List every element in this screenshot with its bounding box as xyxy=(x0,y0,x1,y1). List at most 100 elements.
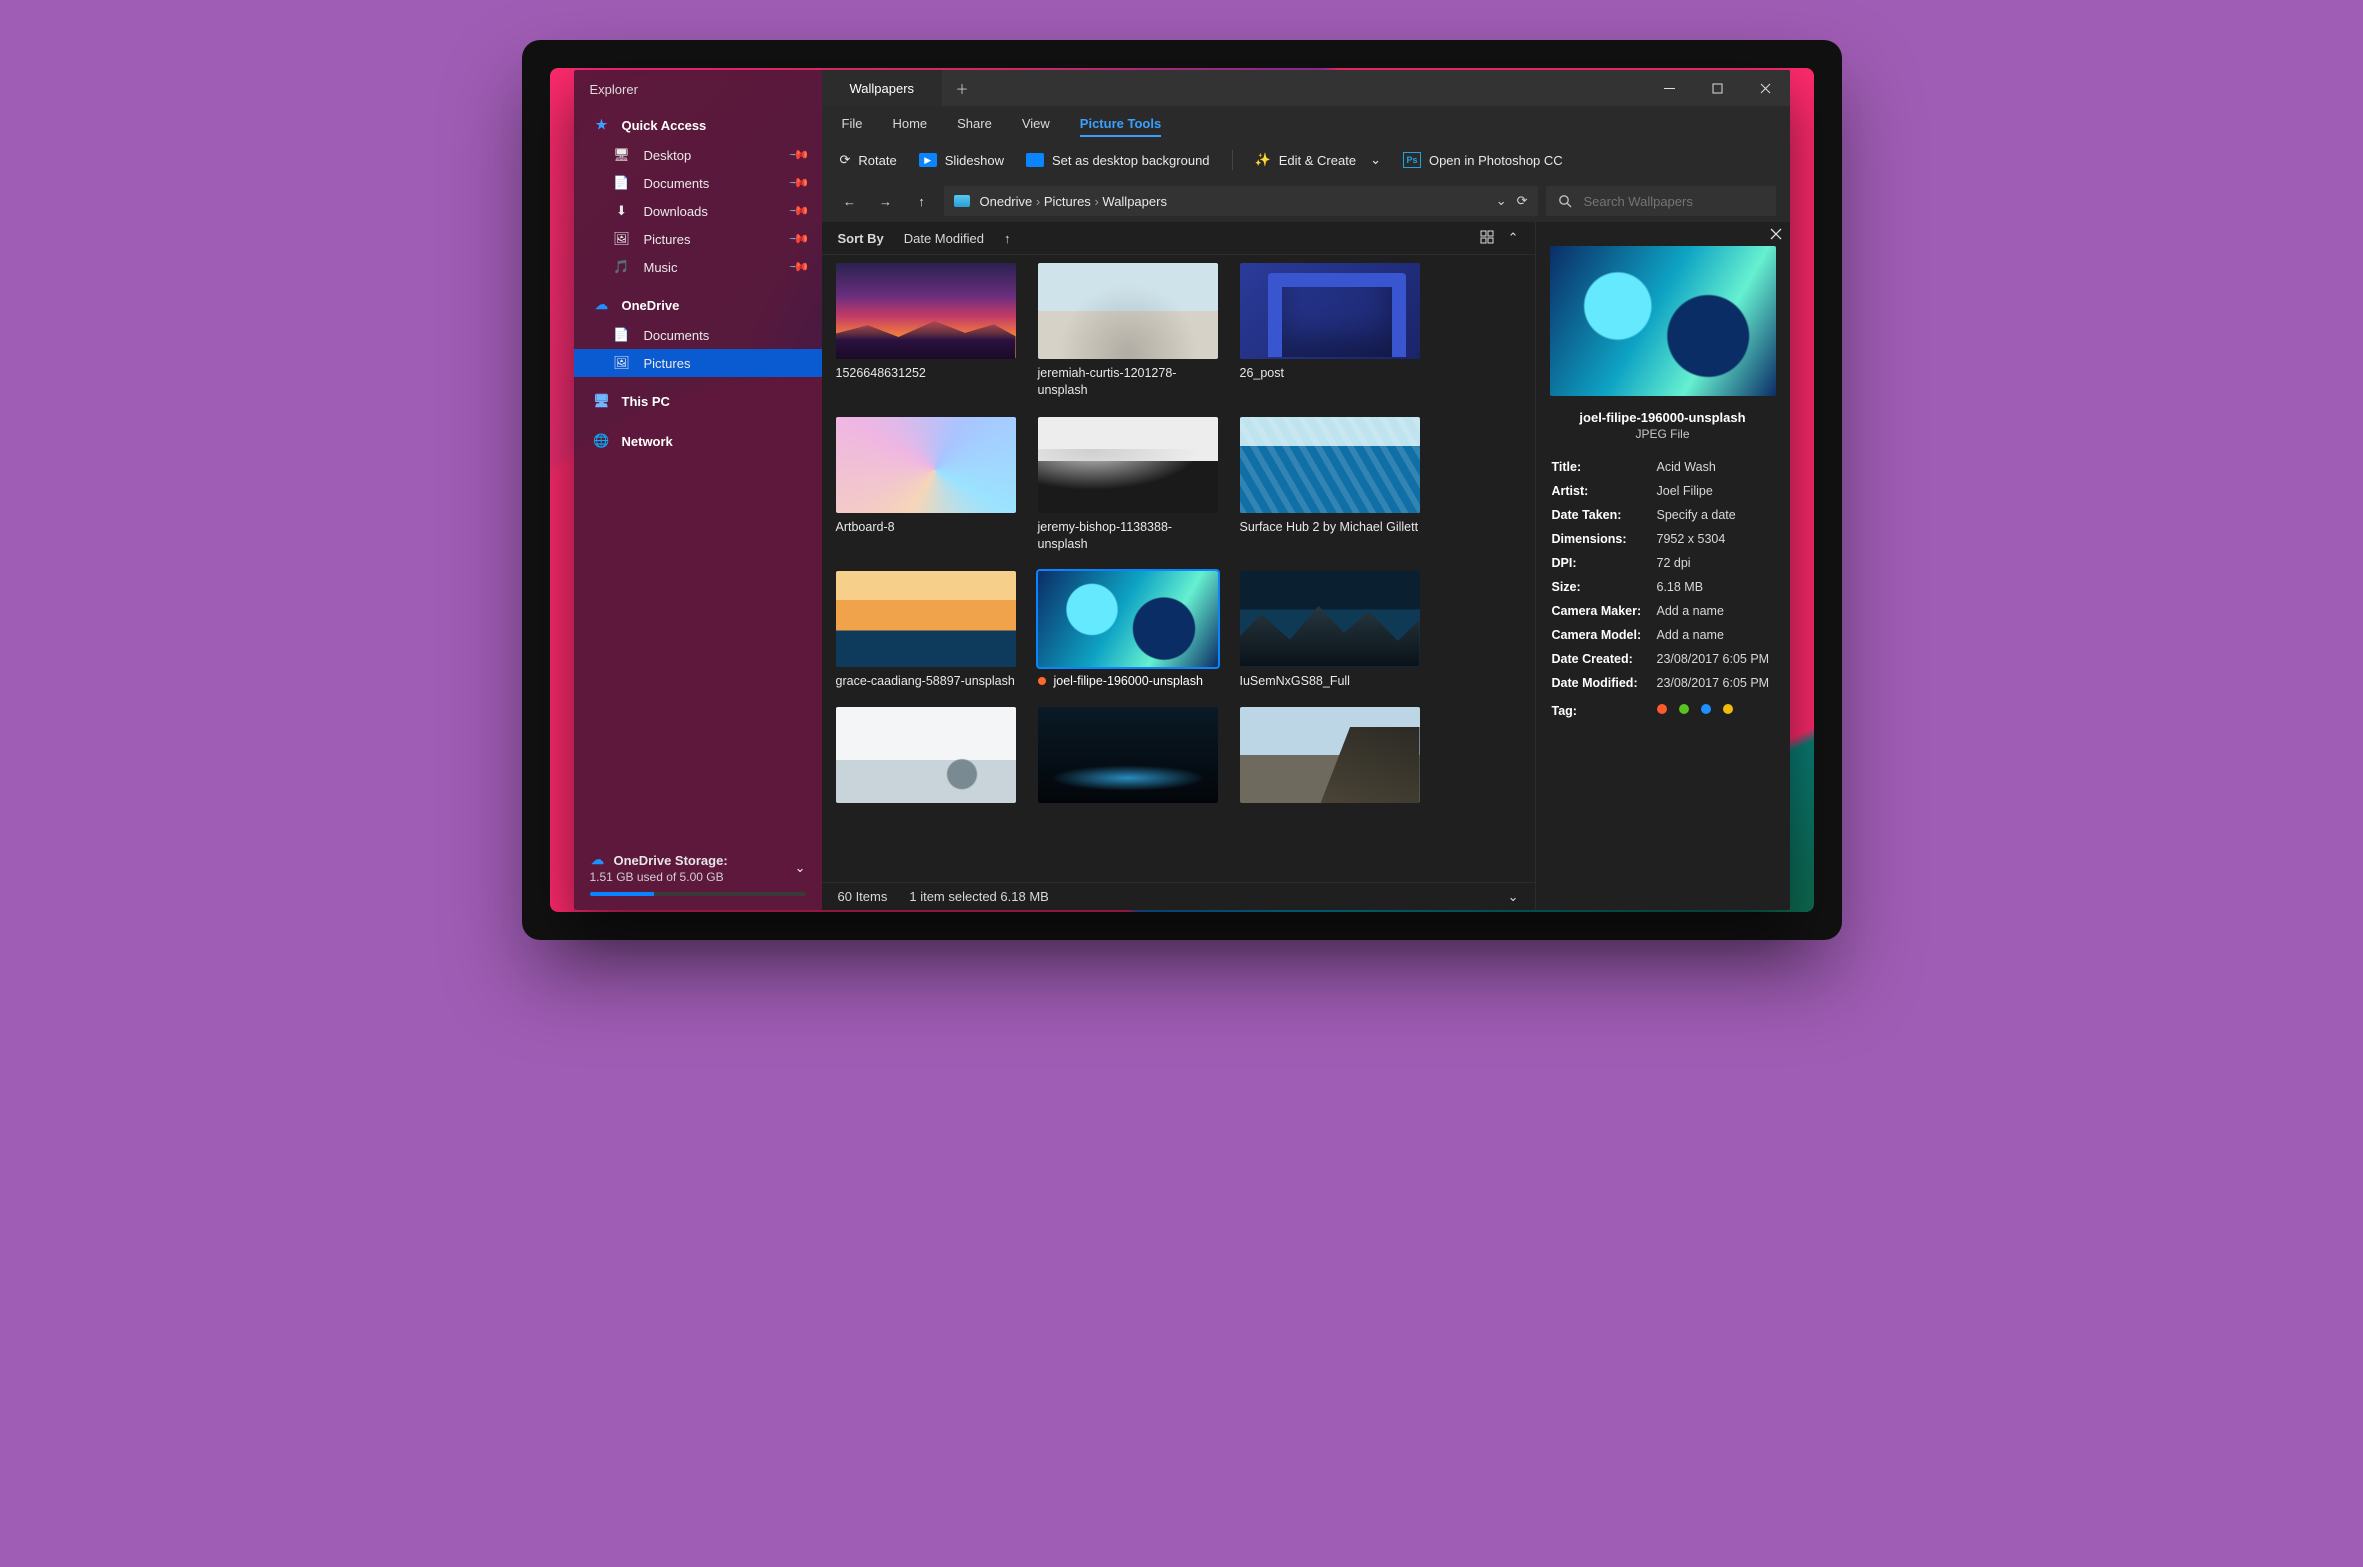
meta-row[interactable]: Camera Model: Add a name xyxy=(1552,623,1774,647)
close-button[interactable] xyxy=(1742,70,1790,106)
meta-row[interactable]: DPI: 72 dpi xyxy=(1552,551,1774,575)
grid-view-icon[interactable] xyxy=(1480,230,1494,246)
chevron-down-icon[interactable]: ⌄ xyxy=(1496,193,1507,209)
slideshow-button[interactable]: ▶ Slideshow xyxy=(919,153,1004,168)
file-item[interactable]: joel-filipe-196000-unsplash xyxy=(1038,571,1218,690)
sidebar-item-label: Desktop xyxy=(644,148,692,163)
tag-dot[interactable] xyxy=(1723,704,1733,714)
this-pc-item[interactable]: 🖥 This PC xyxy=(574,385,822,417)
rotate-button[interactable]: ⟳ Rotate xyxy=(840,152,897,168)
quick-access-header[interactable]: ★ Quick Access xyxy=(574,109,822,141)
folder-icon: 🖼 xyxy=(614,231,630,247)
file-name: jeremy-bishop-1138388-unsplash xyxy=(1038,519,1218,553)
forward-button[interactable]: → xyxy=(872,187,900,215)
menu-view[interactable]: View xyxy=(1022,116,1050,131)
breadcrumb-segment[interactable]: Pictures xyxy=(1044,194,1091,209)
back-button[interactable]: ← xyxy=(836,187,864,215)
file-name: 1526648631252 xyxy=(836,365,926,382)
file-item[interactable]: grace-caadiang-58897-unsplash xyxy=(836,571,1016,690)
meta-key: Artist: xyxy=(1552,484,1657,498)
file-item[interactable]: 1526648631252 xyxy=(836,263,1016,399)
file-thumbnail xyxy=(1240,707,1420,803)
network-item[interactable]: 🌐 Network xyxy=(574,425,822,457)
meta-row[interactable]: Size: 6.18 MB xyxy=(1552,575,1774,599)
main: Wallpapers ＋ File Home Share View Picture To… xyxy=(822,70,1790,910)
tag-colors[interactable] xyxy=(1657,704,1774,714)
cloud-icon: ☁ xyxy=(590,852,606,868)
meta-row[interactable]: Camera Maker: Add a name xyxy=(1552,599,1774,623)
chevron-up-icon[interactable]: ⌃ xyxy=(1508,230,1519,246)
sort-label[interactable]: Sort By xyxy=(838,231,884,246)
pin-icon[interactable]: 📌 xyxy=(788,228,811,251)
explorer-window: Explorer ★ Quick Access 🖥 Desktop 📌 📄 Do… xyxy=(574,70,1790,910)
sparkle-icon: ✨ xyxy=(1255,152,1271,168)
meta-row[interactable]: Date Taken: Specify a date xyxy=(1552,503,1774,527)
folder-icon: ⬇ xyxy=(614,203,630,219)
meta-value: Acid Wash xyxy=(1657,460,1774,474)
maximize-button[interactable] xyxy=(1694,70,1742,106)
close-icon[interactable] xyxy=(1770,228,1782,240)
meta-key: Dimensions: xyxy=(1552,532,1657,546)
file-item[interactable]: 26_post xyxy=(1240,263,1420,399)
search-input[interactable] xyxy=(1582,193,1764,210)
sort-value[interactable]: Date Modified xyxy=(904,231,984,246)
pin-icon[interactable]: 📌 xyxy=(788,172,811,195)
sidebar-item-downloads[interactable]: ⬇ Downloads 📌 xyxy=(574,197,822,225)
menu-picture tools[interactable]: Picture Tools xyxy=(1080,116,1161,137)
meta-value: 6.18 MB xyxy=(1657,580,1774,594)
sidebar-item-music[interactable]: 🎵 Music 📌 xyxy=(574,253,822,281)
file-item[interactable]: jeremiah-curtis-1201278-unsplash xyxy=(1038,263,1218,399)
breadcrumb[interactable]: Onedrive › Pictures › Wallpapers ⌄ ⟳ xyxy=(944,186,1538,216)
globe-icon: 🌐 xyxy=(594,433,610,449)
tag-dot[interactable] xyxy=(1657,704,1667,714)
file-name: 26_post xyxy=(1240,365,1284,382)
refresh-icon[interactable]: ⟳ xyxy=(1517,193,1528,209)
sidebar-item-desktop[interactable]: 🖥 Desktop 📌 xyxy=(574,141,822,169)
file-item[interactable]: Surface Hub 2 by Michael Gillett xyxy=(1240,417,1420,553)
storage-widget[interactable]: ☁ OneDrive Storage: 1.51 GB used of 5.00… xyxy=(574,842,822,910)
menu-home[interactable]: Home xyxy=(892,116,927,131)
open-photoshop-button[interactable]: Ps Open in Photoshop CC xyxy=(1403,152,1563,168)
up-button[interactable]: ↑ xyxy=(908,187,936,215)
new-tab-button[interactable]: ＋ xyxy=(942,70,982,106)
meta-row[interactable]: Dimensions: 7952 x 5304 xyxy=(1552,527,1774,551)
file-item[interactable] xyxy=(1240,707,1420,809)
file-item[interactable] xyxy=(1038,707,1218,809)
file-thumbnail xyxy=(1240,263,1420,359)
meta-row[interactable]: Date Modified: 23/08/2017 6:05 PM xyxy=(1552,671,1774,695)
chevron-down-icon[interactable]: ⌄ xyxy=(795,860,806,876)
onedrive-header[interactable]: ☁ OneDrive xyxy=(574,289,822,321)
tab-active[interactable]: Wallpapers xyxy=(822,70,943,106)
minimize-button[interactable] xyxy=(1646,70,1694,106)
breadcrumb-segment[interactable]: Wallpapers xyxy=(1102,194,1167,209)
this-pc-label: This PC xyxy=(622,394,670,409)
chevron-down-icon[interactable]: ⌄ xyxy=(1508,889,1519,905)
meta-key: Date Created: xyxy=(1552,652,1657,666)
sidebar-item-onedrive-documents[interactable]: 📄 Documents xyxy=(574,321,822,349)
edit-create-button[interactable]: ✨ Edit & Create ⌄ xyxy=(1255,152,1381,168)
sort-direction-icon[interactable]: ↑ xyxy=(1004,231,1011,246)
file-item[interactable]: jeremy-bishop-1138388-unsplash xyxy=(1038,417,1218,553)
menu-file[interactable]: File xyxy=(842,116,863,131)
pin-icon[interactable]: 📌 xyxy=(788,256,811,279)
set-background-button[interactable]: Set as desktop background xyxy=(1026,153,1210,168)
file-item[interactable] xyxy=(836,707,1016,809)
meta-row[interactable]: Title: Acid Wash xyxy=(1552,455,1774,479)
sidebar-item-documents[interactable]: 📄 Documents 📌 xyxy=(574,169,822,197)
sidebar-title: Explorer xyxy=(574,70,822,105)
sidebar-item-pictures[interactable]: 🖼 Pictures 📌 xyxy=(574,225,822,253)
meta-row[interactable]: Date Created: 23/08/2017 6:05 PM xyxy=(1552,647,1774,671)
folder-icon: 📄 xyxy=(614,175,630,191)
tag-dot[interactable] xyxy=(1679,704,1689,714)
file-item[interactable]: IuSemNxGS88_Full xyxy=(1240,571,1420,690)
menu-share[interactable]: Share xyxy=(957,116,992,131)
pin-icon[interactable]: 📌 xyxy=(788,144,811,167)
sidebar-item-onedrive-pictures[interactable]: 🖼 Pictures xyxy=(574,349,822,377)
meta-row[interactable]: Artist: Joel Filipe xyxy=(1552,479,1774,503)
tag-dot[interactable] xyxy=(1701,704,1711,714)
file-item[interactable]: Artboard-8 xyxy=(836,417,1016,553)
breadcrumb-segment[interactable]: Onedrive xyxy=(980,194,1033,209)
open-photoshop-label: Open in Photoshop CC xyxy=(1429,153,1563,168)
search-box[interactable] xyxy=(1546,186,1776,216)
pin-icon[interactable]: 📌 xyxy=(788,200,811,223)
